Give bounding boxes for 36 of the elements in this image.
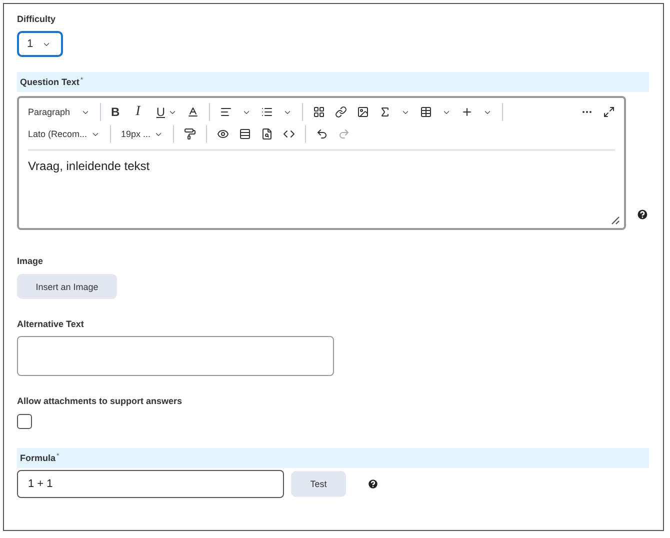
- eye-icon[interactable]: [217, 128, 229, 140]
- insert-image-button[interactable]: Insert an Image: [17, 274, 117, 299]
- code-icon[interactable]: [283, 128, 295, 140]
- fullscreen-icon[interactable]: [603, 106, 616, 118]
- help-icon[interactable]: [367, 478, 379, 490]
- undo-icon[interactable]: [316, 128, 328, 140]
- alternative-text-field[interactable]: [17, 336, 334, 376]
- plus-icon[interactable]: [461, 106, 474, 118]
- italic-button[interactable]: I: [136, 104, 140, 120]
- sigma-icon[interactable]: [379, 106, 392, 118]
- image-icon[interactable]: [357, 106, 370, 118]
- question-text-label: Question Text: [20, 77, 80, 87]
- block-format-dropdown[interactable]: Paragraph: [28, 107, 90, 117]
- difficulty-label: Difficulty: [17, 14, 57, 24]
- alternative-text-label: Alternative Text: [17, 319, 84, 329]
- lines-icon[interactable]: [239, 128, 251, 140]
- formula-label: Formula: [20, 453, 56, 463]
- resize-grip-icon[interactable]: [611, 216, 620, 225]
- table-icon[interactable]: [420, 106, 432, 118]
- attachments-checkbox[interactable]: [17, 414, 32, 429]
- paint-roller-icon[interactable]: [184, 128, 196, 140]
- align-left-icon[interactable]: [220, 106, 232, 118]
- find-icon[interactable]: [261, 128, 273, 140]
- underline-button[interactable]: U: [156, 105, 178, 119]
- image-label: Image: [17, 256, 44, 266]
- question-text-content[interactable]: Vraag, inleidende tekst: [28, 159, 616, 173]
- font-dropdown[interactable]: Lato (Recom...: [28, 129, 100, 139]
- difficulty-select[interactable]: 1: [17, 31, 63, 57]
- link-icon[interactable]: [335, 106, 348, 118]
- text-color-icon[interactable]: [187, 106, 200, 118]
- test-button[interactable]: Test: [291, 471, 346, 497]
- formula-field[interactable]: 1 + 1: [17, 470, 284, 498]
- help-icon[interactable]: [636, 208, 649, 221]
- font-size-dropdown[interactable]: 19px ...: [121, 129, 163, 139]
- bold-button[interactable]: B: [111, 105, 120, 119]
- attachments-label: Allow attachments to support answers: [17, 396, 182, 406]
